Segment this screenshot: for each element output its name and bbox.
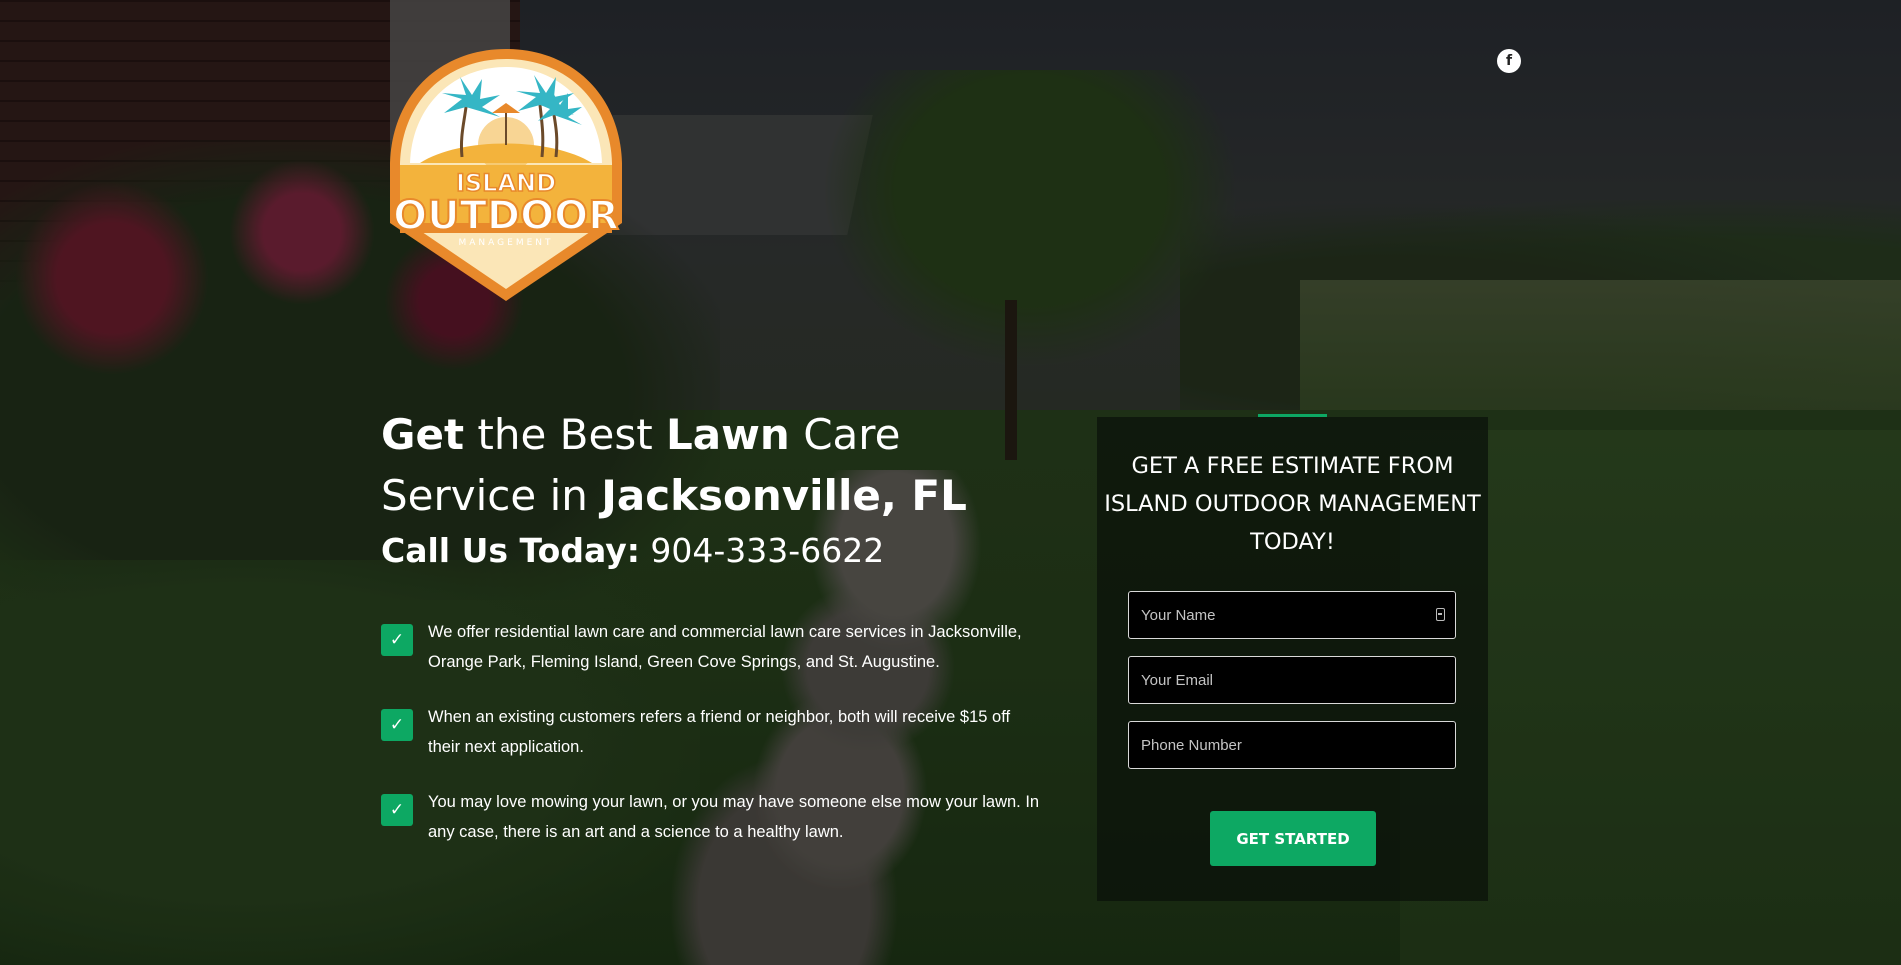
hero-headline: Get the Best Lawn Care Service in Jackso… bbox=[381, 404, 1001, 526]
list-item: ✓ We offer residential lawn care and com… bbox=[381, 617, 1041, 702]
island-outdoor-logo[interactable]: ISLAND OUTDOOR MANAGEMENT bbox=[380, 45, 632, 305]
headline-the-best: the Best bbox=[464, 410, 667, 459]
name-field[interactable] bbox=[1128, 591, 1456, 639]
headline-lawn: Lawn bbox=[666, 410, 790, 459]
list-item-text: When an existing customers refers a frie… bbox=[428, 708, 1011, 756]
checkmark-icon: ✓ bbox=[381, 624, 413, 656]
headline-location: Jacksonville, FL bbox=[601, 471, 967, 520]
logo-line2: OUTDOOR bbox=[393, 193, 619, 239]
checkmark-icon: ✓ bbox=[381, 709, 413, 741]
facebook-icon[interactable]: f bbox=[1497, 49, 1521, 73]
contact-card-icon bbox=[1436, 608, 1445, 621]
phone-field[interactable] bbox=[1128, 721, 1456, 769]
logo-line3: MANAGEMENT bbox=[459, 238, 554, 248]
list-item: ✓ When an existing customers refers a fr… bbox=[381, 702, 1041, 787]
checkmark-icon: ✓ bbox=[381, 794, 413, 826]
call-us-line: Call Us Today: 904-333-6622 bbox=[381, 526, 884, 576]
list-item-text: You may love mowing your lawn, or you ma… bbox=[428, 793, 1040, 841]
panel-accent-bar bbox=[1258, 414, 1327, 417]
phone-number[interactable]: 904-333-6622 bbox=[640, 531, 884, 570]
list-item: ✓ You may love mowing your lawn, or you … bbox=[381, 787, 1041, 872]
call-us-label: Call Us Today: bbox=[381, 531, 640, 570]
get-started-button[interactable]: GET STARTED bbox=[1210, 811, 1376, 866]
list-item-text: We offer residential lawn care and comme… bbox=[428, 623, 1022, 671]
email-field[interactable] bbox=[1128, 656, 1456, 704]
feature-list: ✓ We offer residential lawn care and com… bbox=[381, 617, 1041, 872]
form-title: GET A FREE ESTIMATE FROM ISLAND OUTDOOR … bbox=[1104, 453, 1481, 555]
headline-get: Get bbox=[381, 410, 465, 459]
